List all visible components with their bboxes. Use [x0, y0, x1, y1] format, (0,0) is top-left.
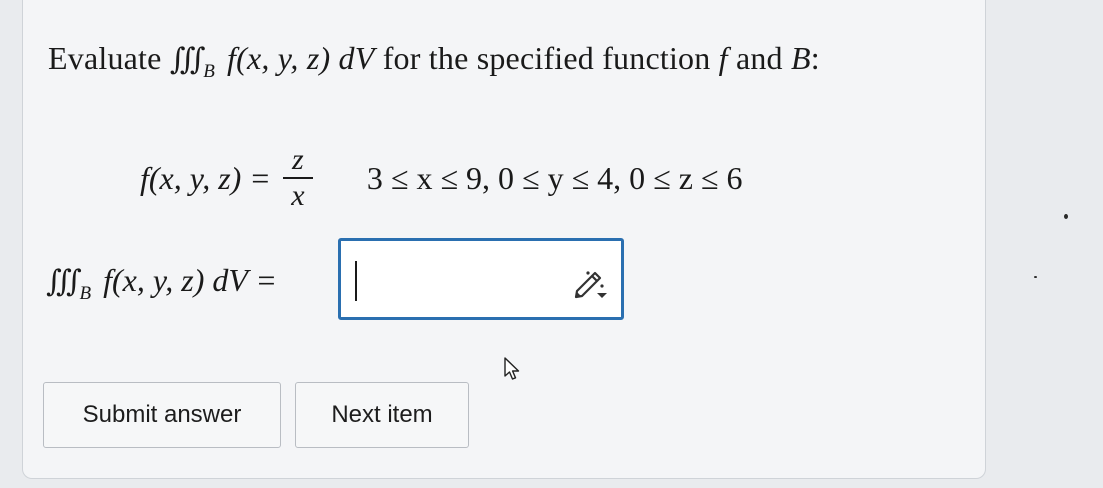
- region-subscript: B: [203, 61, 215, 82]
- next-item-button[interactable]: Next item: [295, 382, 469, 448]
- decorative-dot: [1064, 214, 1068, 219]
- mouse-pointer-icon: [504, 357, 520, 380]
- function-lhs: f(x, y, z) =: [140, 159, 271, 196]
- triple-integral-symbol: ∭: [169, 43, 206, 76]
- fraction: z x: [282, 143, 313, 213]
- fraction-denominator: x: [291, 179, 305, 212]
- region-symbol: B: [790, 40, 811, 76]
- prompt-tail: for the specified function: [382, 40, 711, 76]
- text-caret: [355, 261, 357, 301]
- submit-answer-button[interactable]: Submit answer: [43, 382, 281, 448]
- pencil-dropdown-icon[interactable]: [573, 267, 609, 301]
- question-prompt: Evaluate ∭ B f(x, y, z) dV for the specif…: [48, 40, 820, 82]
- answer-field[interactable]: [338, 238, 624, 320]
- answer-expression: f(x, y, z) dV =: [103, 262, 277, 298]
- region-subscript: B: [79, 283, 92, 304]
- region-bounds: 3 ≤ x ≤ 9, 0 ≤ y ≤ 4, 0 ≤ z ≤ 6: [366, 159, 743, 196]
- answer-label: ∭ B f(x, y, z) dV =: [46, 262, 277, 304]
- integrand: f(x, y, z) dV: [227, 40, 375, 76]
- decorative-dot: [1034, 276, 1037, 278]
- prompt-lead: Evaluate: [48, 40, 162, 76]
- function-definition: f(x, y, z) = z x 3 ≤ x ≤ 9, 0 ≤ y ≤ 4, 0…: [140, 138, 742, 218]
- function-symbol: f: [718, 40, 728, 76]
- triple-integral-symbol: ∭: [46, 265, 82, 298]
- fraction-numerator: z: [292, 143, 304, 176]
- answer-input[interactable]: [347, 247, 551, 311]
- prompt-and: and: [735, 40, 783, 76]
- prompt-colon: :: [810, 40, 820, 76]
